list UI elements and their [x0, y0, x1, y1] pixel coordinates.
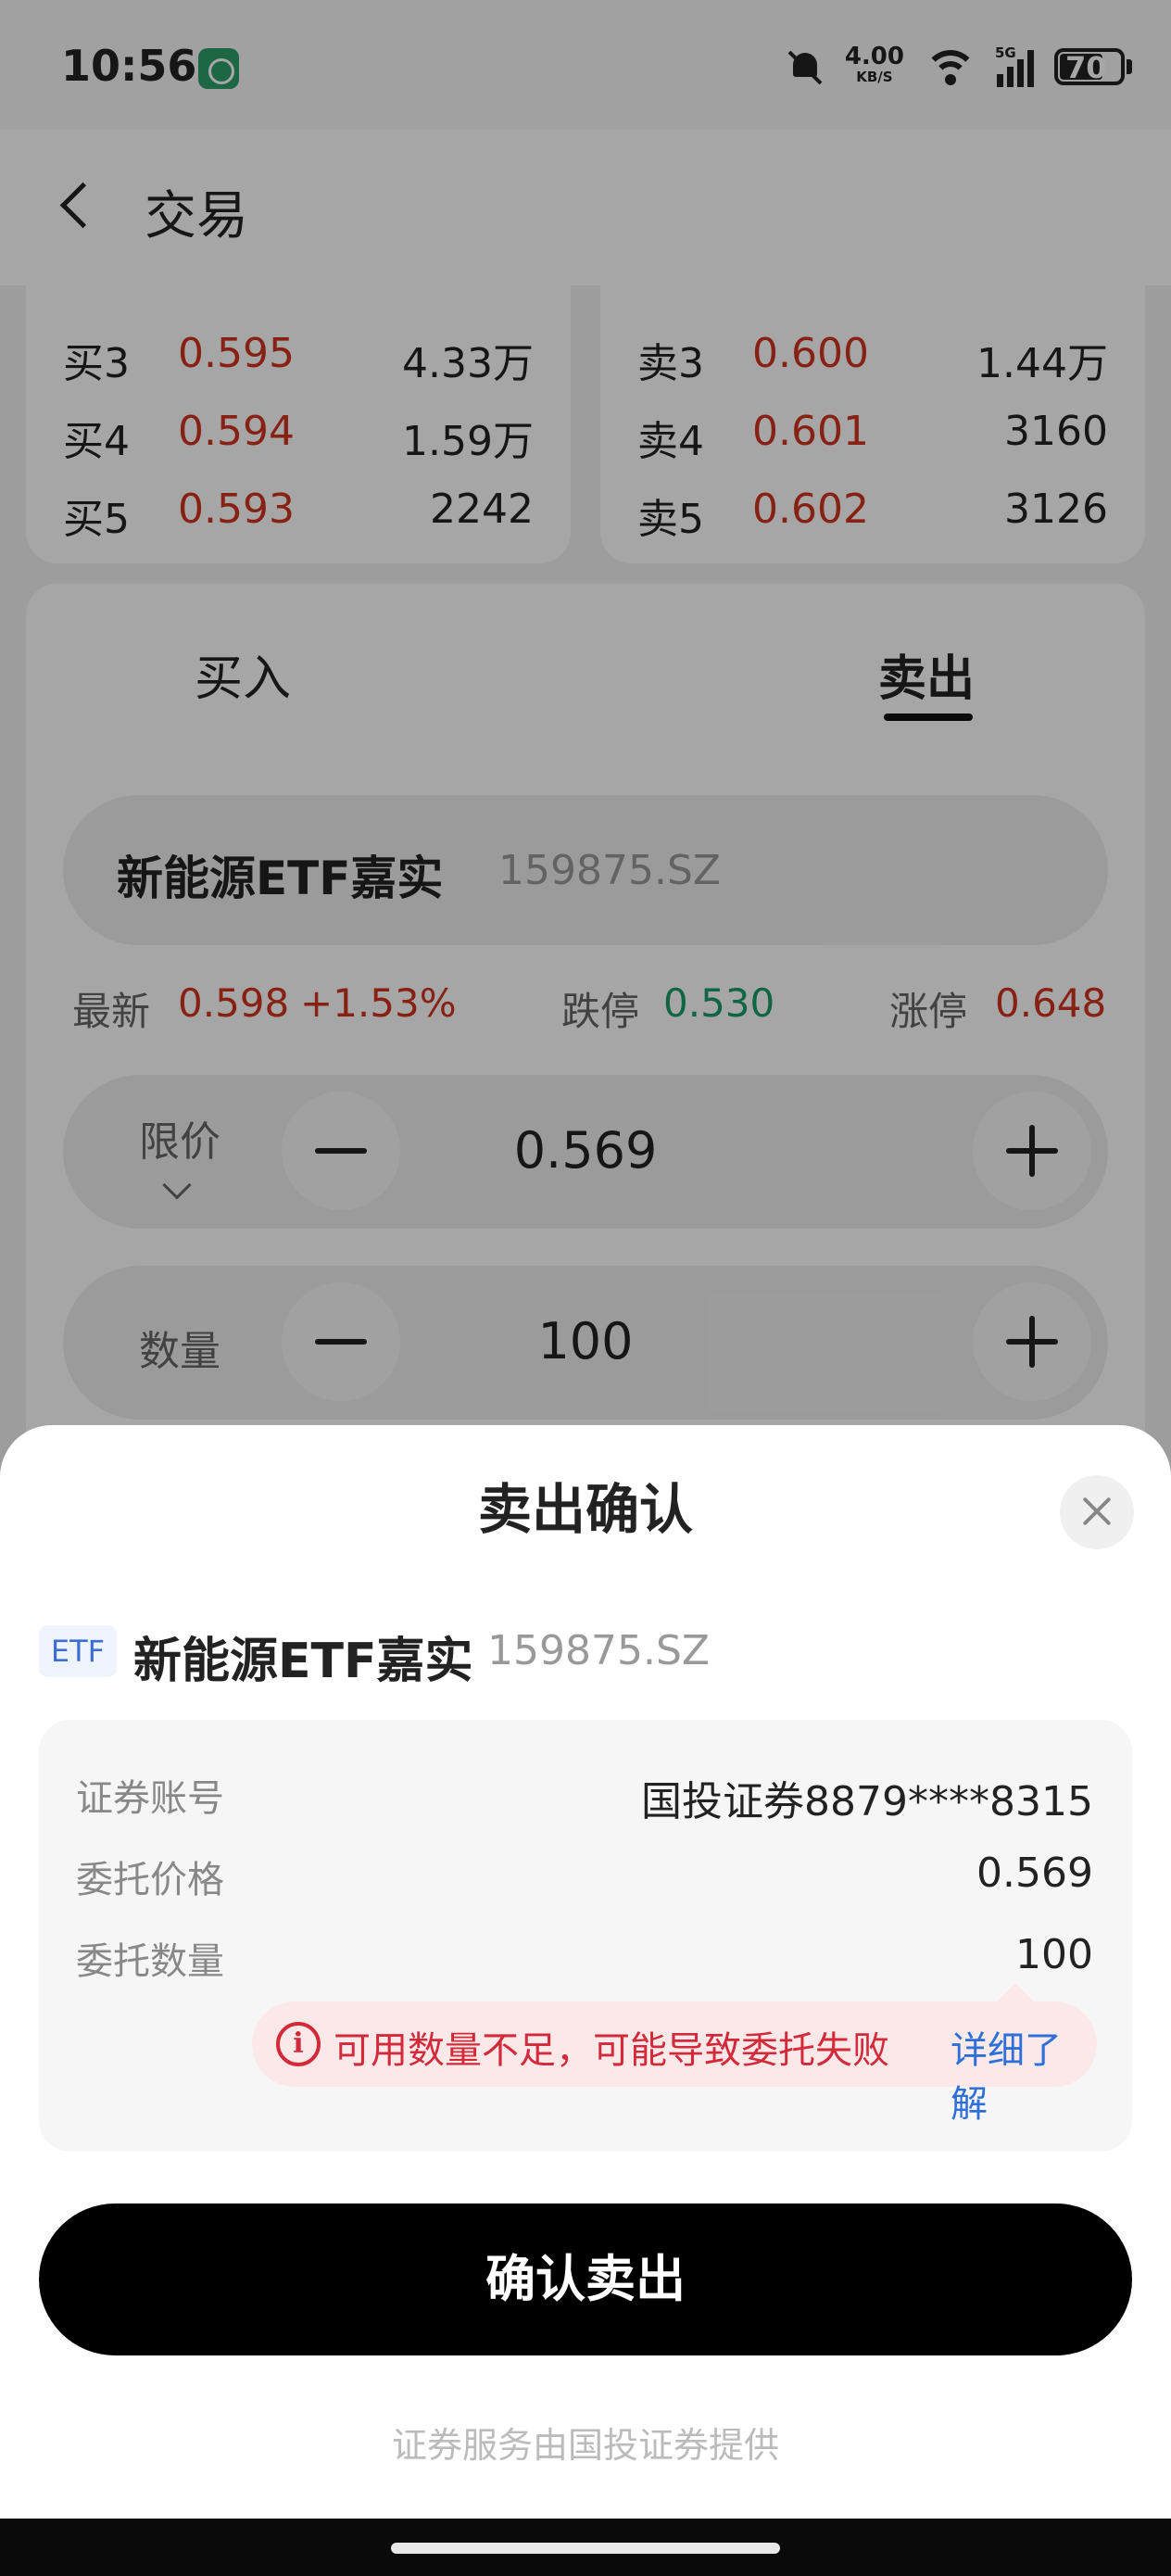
learn-more-link[interactable]: 详细了解 — [951, 2020, 1097, 2128]
order-price-value: 0.569 — [976, 1850, 1093, 1897]
service-provider-note: 证券服务由国投证券提供 — [391, 2425, 779, 2466]
info-icon: i — [276, 2022, 321, 2066]
sell-confirm-sheet: 卖出确认 ETF 新能源ETF嘉实 159875.SZ 证券账号 国投证券887… — [0, 1425, 1171, 2519]
quantity-row: 委托数量 100 — [76, 1931, 1093, 1987]
home-gesture-handle[interactable] — [391, 2543, 780, 2554]
etf-badge: ETF — [39, 1625, 117, 1677]
order-details: 证券账号 国投证券8879****8315 委托价格 0.569 委托数量 10… — [39, 1720, 1132, 2152]
insufficient-quantity-warning: i 可用数量不足，可能导致委托失败 详细了解 — [252, 1983, 1097, 2126]
warning-text: 可用数量不足，可能导致委托失败 — [334, 2029, 889, 2072]
system-nav-bar — [0, 2519, 1171, 2576]
close-icon[interactable] — [1060, 1475, 1134, 1549]
order-quantity-label: 委托数量 — [76, 1940, 224, 1983]
confirm-sell-button[interactable]: 确认卖出 — [39, 2203, 1132, 2355]
modal-backdrop[interactable] — [0, 0, 1171, 1490]
warning-pointer — [997, 1983, 1034, 2020]
price-row: 委托价格 0.569 — [76, 1850, 1093, 1905]
order-price-label: 委托价格 — [76, 1859, 224, 1901]
account-label: 证券账号 — [76, 1777, 224, 1820]
order-quantity-value: 100 — [1015, 1931, 1093, 1978]
sheet-title: 卖出确认 — [477, 1478, 693, 1541]
account-value: 国投证券8879****8315 — [641, 1778, 1093, 1825]
sheet-stock-name: 新能源ETF嘉实 — [133, 1634, 473, 1689]
sheet-stock-code: 159875.SZ — [487, 1627, 711, 1674]
account-row: 证券账号 国投证券8879****8315 — [76, 1768, 1093, 1825]
